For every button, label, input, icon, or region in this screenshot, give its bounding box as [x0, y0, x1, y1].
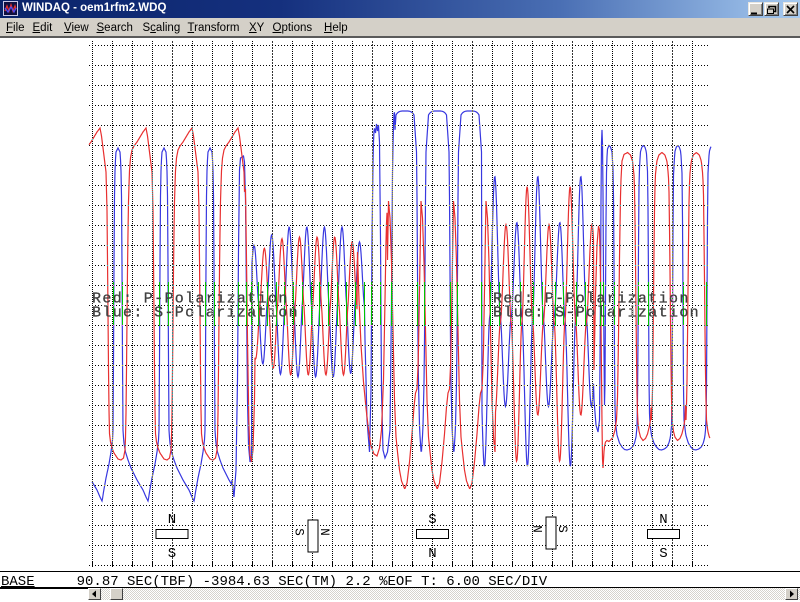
- svg-text:S: S: [292, 528, 306, 536]
- svg-text:S: S: [428, 512, 436, 528]
- svg-text:N: N: [168, 512, 176, 528]
- svg-text:N: N: [530, 525, 544, 533]
- svg-text:N: N: [317, 528, 331, 536]
- svg-text:N: N: [428, 546, 436, 562]
- svg-text:N: N: [659, 512, 667, 528]
- svg-text:S: S: [555, 525, 569, 533]
- svg-text:S: S: [659, 546, 667, 562]
- svg-text:S: S: [168, 546, 176, 562]
